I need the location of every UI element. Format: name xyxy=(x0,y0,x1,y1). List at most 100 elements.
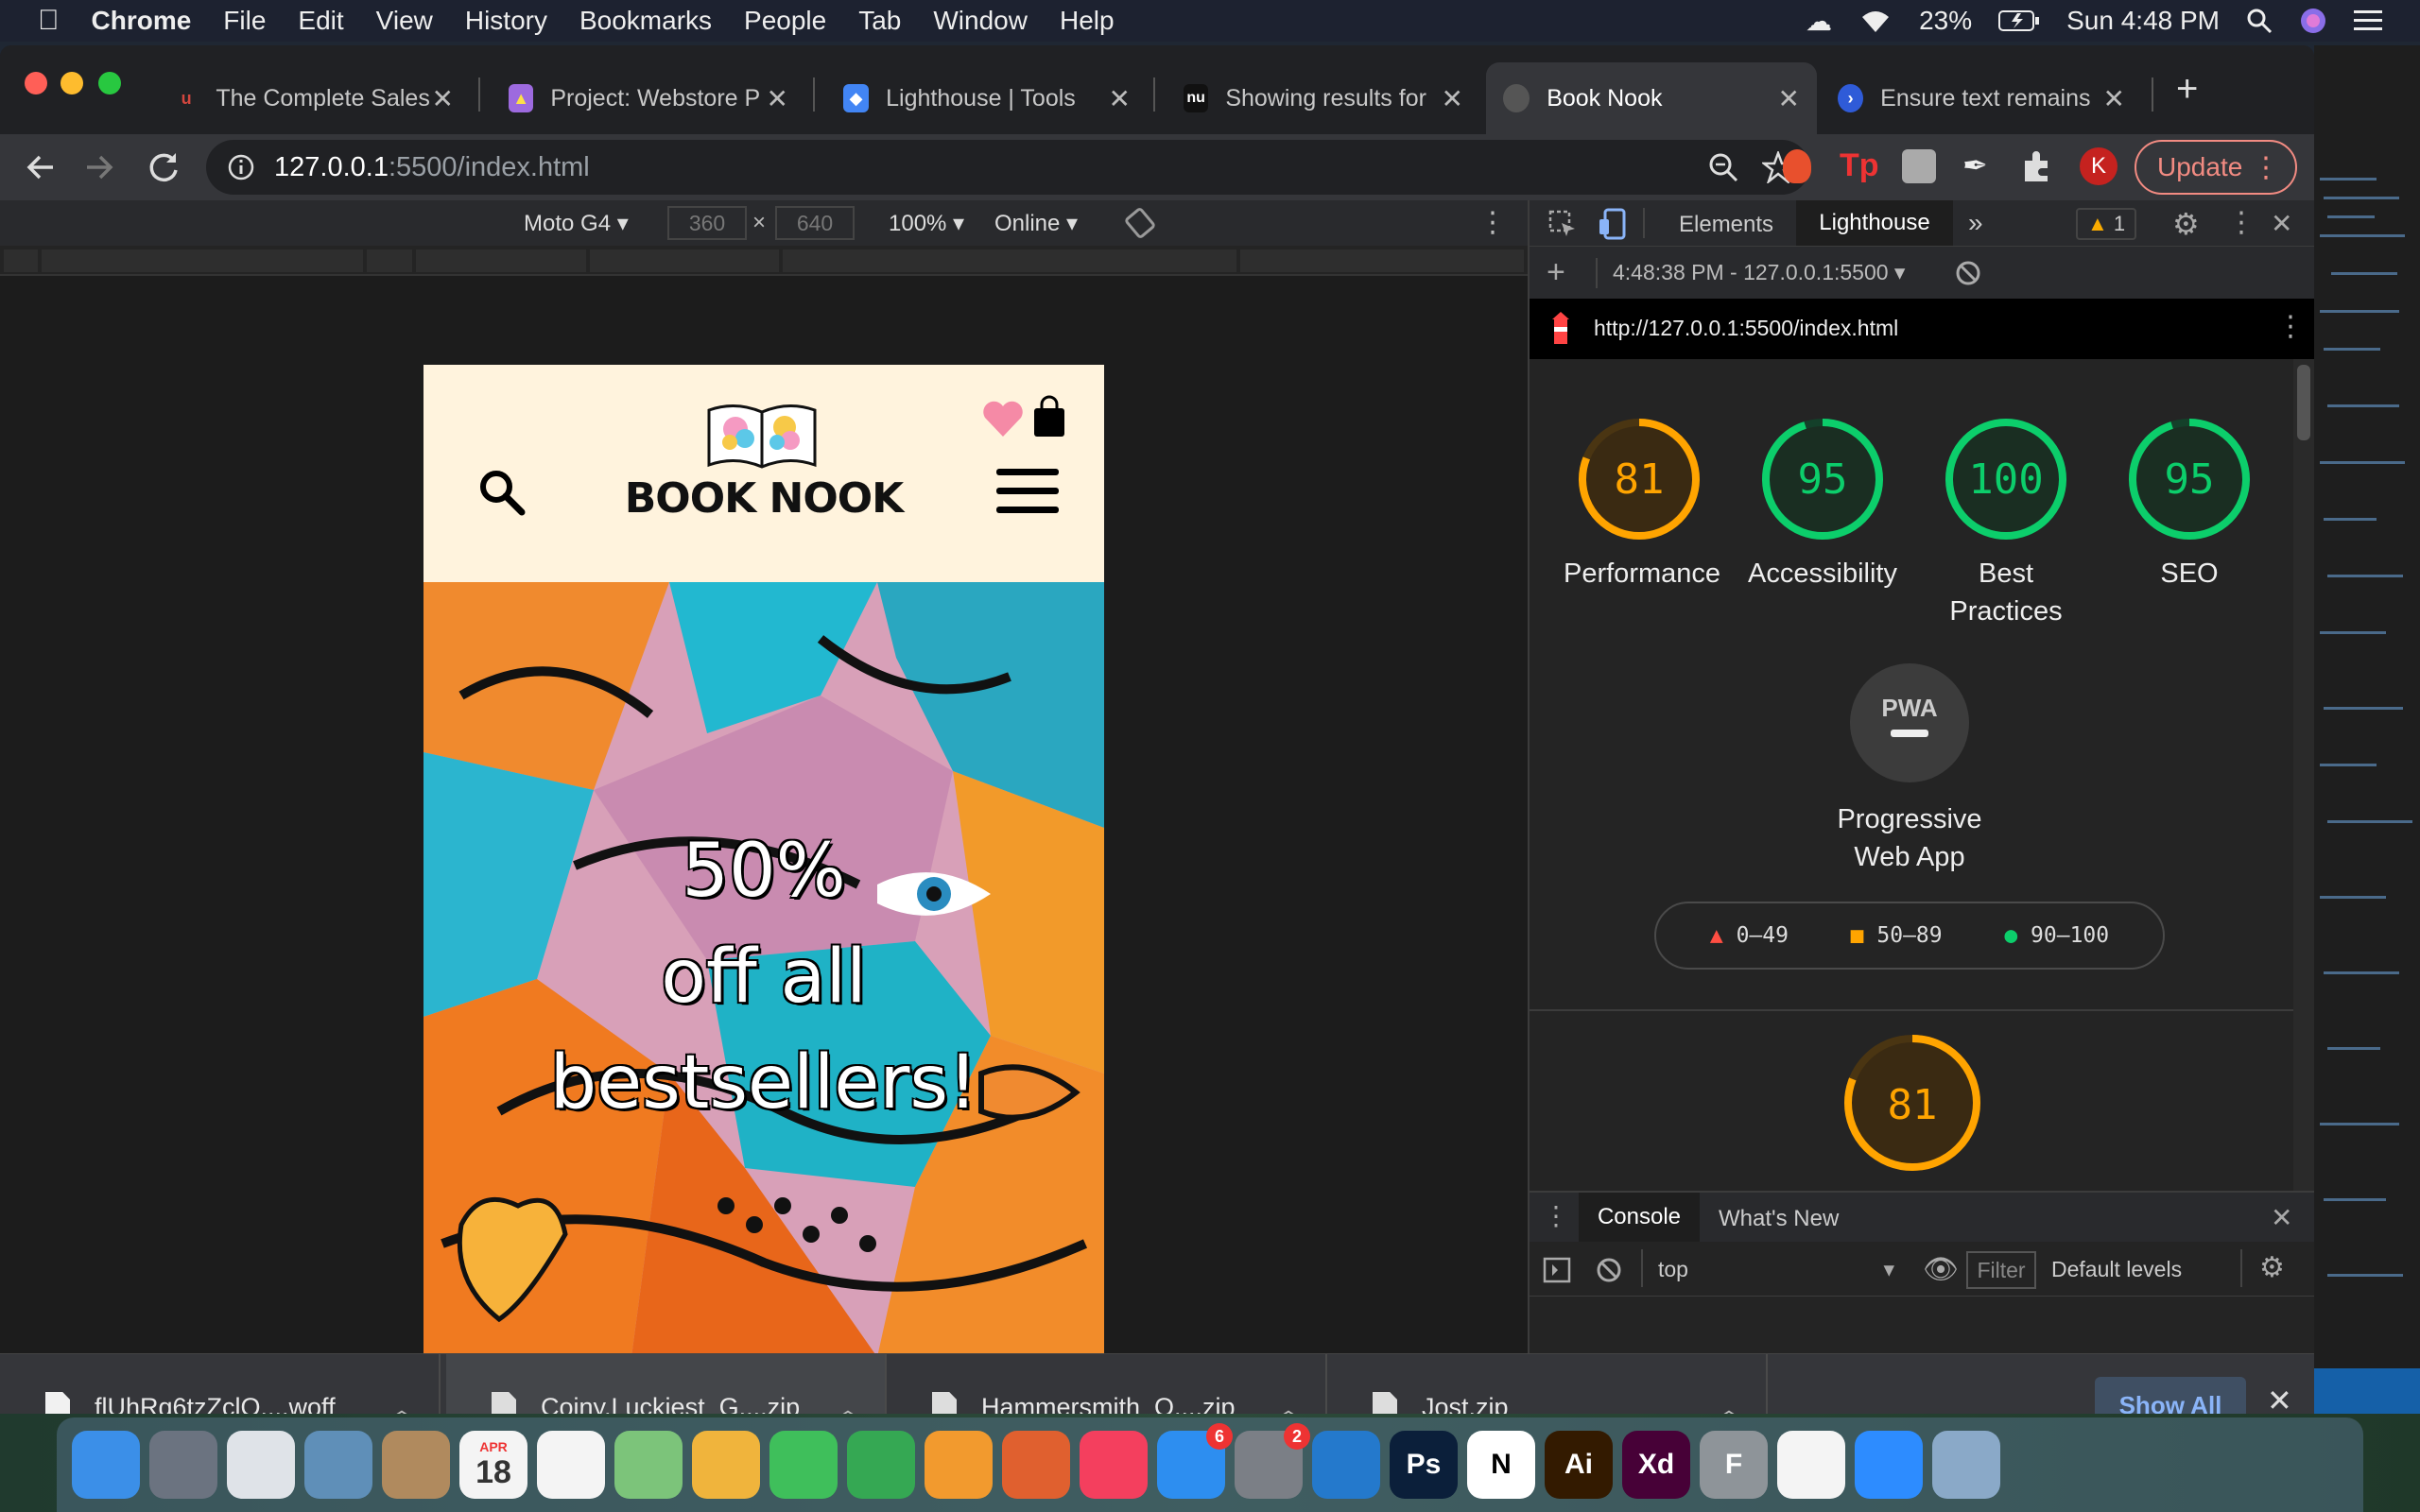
height-input[interactable]: 640 xyxy=(775,206,855,240)
devtools-menu-icon[interactable]: ⋮ xyxy=(2227,206,2256,239)
tab-5[interactable]: › Ensure text remains ✕ xyxy=(1821,62,2142,134)
spotlight-search-icon[interactable] xyxy=(2246,8,2273,34)
dock-firefox-dev-icon[interactable] xyxy=(1002,1431,1070,1499)
menu-help[interactable]: Help xyxy=(1060,6,1115,36)
gauge-performance[interactable]: 81 Performance xyxy=(1564,416,1720,593)
profile-avatar[interactable]: K xyxy=(2080,147,2118,185)
sidebar-toggle-icon[interactable] xyxy=(1543,1257,1571,1283)
dock-finder-icon[interactable] xyxy=(72,1431,140,1499)
fire-extension-icon[interactable] xyxy=(1783,149,1811,183)
close-drawer-icon[interactable]: ✕ xyxy=(2271,1202,2292,1233)
close-tab-icon[interactable]: ✕ xyxy=(1778,83,1800,114)
dock-photos-icon[interactable] xyxy=(692,1431,760,1499)
report-scrollbar[interactable] xyxy=(2293,359,2314,1191)
menu-app-name[interactable]: Chrome xyxy=(92,6,192,36)
menu-window[interactable]: Window xyxy=(933,6,1028,36)
update-chrome-button[interactable]: Update ⋮ xyxy=(2135,140,2297,195)
rotate-icon[interactable] xyxy=(1125,208,1155,238)
report-url[interactable]: http://127.0.0.1:5500/index.html xyxy=(1594,316,1898,341)
menu-history[interactable]: History xyxy=(465,6,547,36)
clear-reports-icon[interactable] xyxy=(1955,260,1981,286)
shopping-bag-icon[interactable] xyxy=(1032,395,1066,438)
zoom-window-button[interactable] xyxy=(98,72,121,94)
tab-console[interactable]: Console xyxy=(1579,1193,1700,1242)
warnings-badge[interactable]: ▲ 1 xyxy=(2076,208,2137,240)
forward-arrow-icon[interactable] xyxy=(85,153,115,181)
gauge-seo[interactable]: 95 SEO xyxy=(2114,416,2265,593)
tab-elements[interactable]: Elements xyxy=(1679,212,1773,238)
chevron-up-icon[interactable]: ︿ xyxy=(389,1390,414,1415)
device-toggle-icon[interactable] xyxy=(1598,208,1626,240)
dock-photoshop-icon[interactable]: Ps xyxy=(1390,1431,1458,1499)
close-tab-icon[interactable]: ✕ xyxy=(767,83,788,114)
tab-2[interactable]: ◆ Lighthouse | Tools ✕ xyxy=(826,62,1148,134)
console-filter-input[interactable]: Filter xyxy=(1966,1251,2036,1289)
dock-slack-icon[interactable] xyxy=(1777,1431,1845,1499)
control-center-icon[interactable] xyxy=(2354,9,2382,33)
report-selector[interactable]: 4:48:38 PM - 127.0.0.1:5500 ▾ xyxy=(1613,260,1905,285)
gauge-pwa[interactable]: PWA Progressive Web App xyxy=(1719,662,2100,876)
close-window-button[interactable] xyxy=(25,72,47,94)
settings-gear-icon[interactable]: ⚙ xyxy=(2172,206,2200,242)
menu-file[interactable]: File xyxy=(223,6,266,36)
zoom-select[interactable]: 100% ▾ xyxy=(889,210,964,237)
menu-people[interactable]: People xyxy=(744,6,826,36)
show-all-downloads-button[interactable]: Show All xyxy=(2095,1377,2246,1414)
context-select[interactable]: top ▾ xyxy=(1658,1257,1894,1282)
menu-edit[interactable]: Edit xyxy=(298,6,343,36)
dock-maps-icon[interactable] xyxy=(614,1431,683,1499)
dock-messages-icon[interactable] xyxy=(769,1431,838,1499)
minimize-window-button[interactable] xyxy=(60,72,83,94)
dropper-extension-icon[interactable]: ✒ xyxy=(1962,147,1988,183)
download-item[interactable]: Jost.zip ︿ xyxy=(1327,1354,1768,1414)
new-report-plus-icon[interactable]: + xyxy=(1547,254,1565,291)
close-download-shelf-icon[interactable]: ✕ xyxy=(2267,1383,2292,1414)
chevron-up-icon[interactable]: ︿ xyxy=(1276,1390,1301,1415)
cloud-icon[interactable]: ☁ xyxy=(1806,6,1832,37)
eye-icon[interactable]: 👁 xyxy=(1923,1253,1959,1286)
dock-vscode-icon[interactable] xyxy=(1312,1431,1380,1499)
back-arrow-icon[interactable] xyxy=(25,153,55,181)
gauge-accessibility[interactable]: 95 Accessibility xyxy=(1747,416,1898,593)
close-tab-icon[interactable]: ✕ xyxy=(2103,83,2125,114)
dock-system-prefs-icon[interactable]: 2 xyxy=(1235,1423,1310,1499)
report-menu-icon[interactable]: ⋮ xyxy=(2276,310,2305,343)
extensions-puzzle-icon[interactable] xyxy=(2021,149,2055,183)
dock-reminders-icon[interactable] xyxy=(537,1431,605,1499)
dock-calendar-icon[interactable]: APR 18 xyxy=(459,1431,527,1499)
close-tab-icon[interactable]: ✕ xyxy=(1109,83,1131,114)
network-select[interactable]: Online ▾ xyxy=(994,210,1078,237)
dock-pages-icon[interactable] xyxy=(925,1431,993,1499)
close-devtools-icon[interactable]: ✕ xyxy=(2271,208,2292,239)
dock-app-store-icon[interactable]: 6 xyxy=(1157,1423,1233,1499)
dock-mail-bird-icon[interactable] xyxy=(304,1431,372,1499)
device-more-icon[interactable]: ⋮ xyxy=(1478,206,1507,239)
dock-music-icon[interactable] xyxy=(1080,1431,1148,1499)
performance-detail-gauge[interactable]: 81 xyxy=(1841,1032,1983,1178)
clear-console-icon[interactable] xyxy=(1596,1257,1622,1283)
dock-notion-icon[interactable]: N xyxy=(1467,1431,1535,1499)
hamburger-menu-icon[interactable] xyxy=(996,467,1059,516)
menu-clock[interactable]: Sun 4:48 PM xyxy=(2066,6,2220,36)
chevron-up-icon[interactable]: ︿ xyxy=(1717,1390,1741,1415)
dock-illustrator-icon[interactable]: Ai xyxy=(1545,1431,1613,1499)
download-item[interactable]: flUhRq6tzZclQ....woff ︿ xyxy=(0,1354,441,1414)
log-levels-select[interactable]: Default levels xyxy=(2051,1257,2182,1282)
menu-tab[interactable]: Tab xyxy=(858,6,901,36)
menu-bookmarks[interactable]: Bookmarks xyxy=(579,6,712,36)
siri-icon[interactable] xyxy=(2299,7,2327,35)
scrollbar-thumb[interactable] xyxy=(2297,365,2310,440)
tab-whats-new[interactable]: What's New xyxy=(1719,1206,1839,1232)
download-item[interactable]: Hammersmith_O....zip ︿ xyxy=(887,1354,1327,1414)
more-tabs-chevron-icon[interactable]: » xyxy=(1968,208,1983,238)
console-settings-gear-icon[interactable]: ⚙ xyxy=(2259,1251,2285,1284)
drawer-menu-icon[interactable]: ⋮ xyxy=(1543,1200,1569,1231)
close-tab-icon[interactable]: ✕ xyxy=(1442,83,1463,114)
tab-lighthouse[interactable]: Lighthouse xyxy=(1796,200,1953,246)
tab-3[interactable]: nu Showing results for ✕ xyxy=(1167,62,1480,134)
chevron-up-icon[interactable]: ︿ xyxy=(836,1390,860,1415)
download-item[interactable]: Coiny,Luckiest_G....zip ︿ xyxy=(446,1354,887,1414)
address-bar[interactable]: 127.0.0.1:5500/index.html xyxy=(206,140,1809,195)
width-input[interactable]: 360 xyxy=(667,206,747,240)
new-tab-plus-icon[interactable]: + xyxy=(2176,68,2198,111)
